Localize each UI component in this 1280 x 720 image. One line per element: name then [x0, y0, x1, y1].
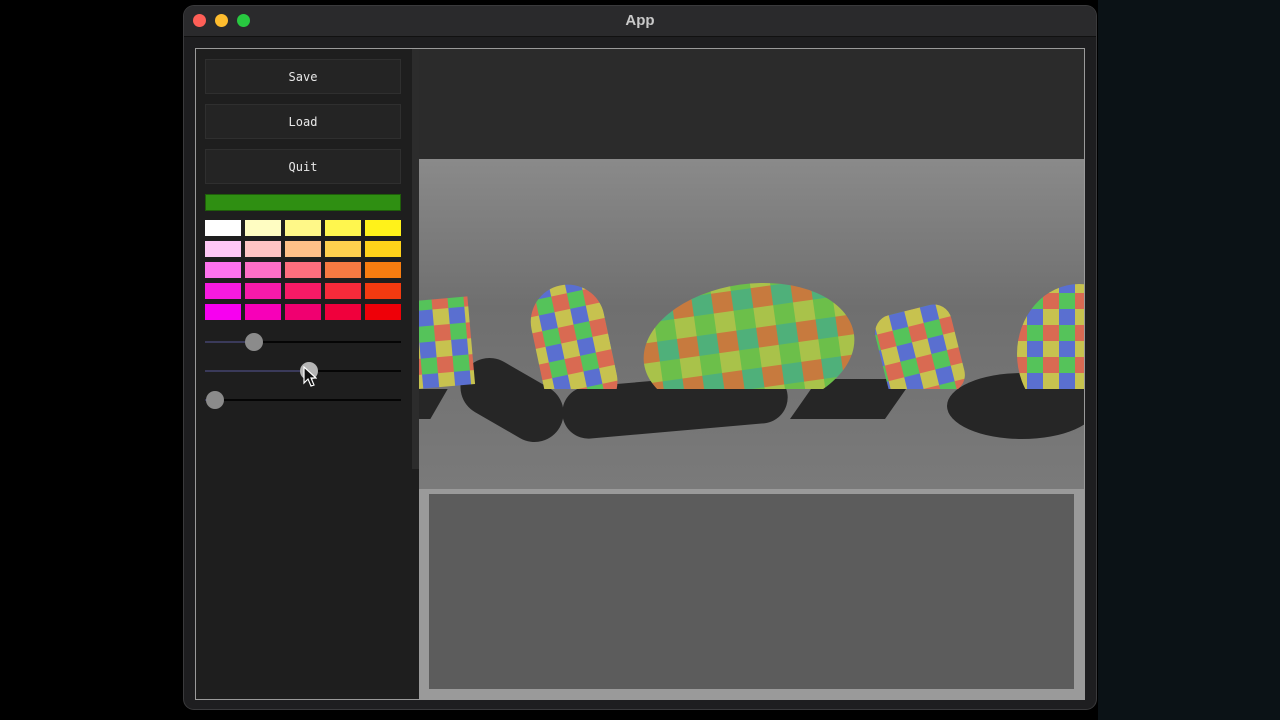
slider-thumb[interactable] [206, 391, 224, 409]
color-swatch[interactable] [365, 262, 401, 278]
color-swatch[interactable] [325, 304, 361, 320]
slider-track [205, 399, 401, 401]
color-swatch[interactable] [245, 283, 281, 299]
color-swatch[interactable] [205, 304, 241, 320]
save-button[interactable]: Save [205, 59, 401, 94]
slider-1[interactable] [205, 332, 401, 352]
quit-button[interactable]: Quit [205, 149, 401, 184]
color-swatch[interactable] [245, 262, 281, 278]
color-palette [205, 220, 401, 324]
color-swatch[interactable] [365, 304, 401, 320]
pointer-cursor-icon [303, 366, 317, 387]
textured-objects [419, 282, 1084, 389]
sphere-object [1017, 284, 1084, 389]
color-swatch[interactable] [205, 262, 241, 278]
panel-scrollbar[interactable] [412, 49, 419, 469]
color-swatch[interactable] [205, 283, 241, 299]
color-swatch[interactable] [285, 304, 321, 320]
color-swatch[interactable] [365, 241, 401, 257]
cylinder-object [875, 304, 965, 389]
color-swatch[interactable] [285, 220, 321, 236]
color-swatch[interactable] [245, 304, 281, 320]
app-content: Save Load Quit [195, 48, 1085, 700]
capsule-object [530, 284, 618, 389]
desktop-background-left [0, 0, 184, 720]
slider-3[interactable] [205, 390, 401, 410]
color-swatch[interactable] [325, 283, 361, 299]
viewport-background [419, 49, 1084, 159]
color-swatch[interactable] [285, 241, 321, 257]
slider-fill [205, 370, 309, 372]
title-bar[interactable]: App [184, 6, 1096, 37]
desktop-background-right [1098, 0, 1280, 720]
box-object [419, 296, 476, 389]
color-swatch[interactable] [205, 241, 241, 257]
color-swatch[interactable] [325, 262, 361, 278]
load-button[interactable]: Load [205, 104, 401, 139]
torus-object [643, 282, 855, 389]
color-swatch[interactable] [205, 220, 241, 236]
slider-thumb[interactable] [245, 333, 263, 351]
floor-plane [429, 494, 1074, 689]
selected-color-preview [205, 194, 401, 211]
color-swatch[interactable] [245, 241, 281, 257]
color-swatch[interactable] [365, 283, 401, 299]
color-swatch[interactable] [325, 241, 361, 257]
3d-viewport[interactable] [419, 49, 1084, 699]
color-swatch[interactable] [365, 220, 401, 236]
color-swatch[interactable] [325, 220, 361, 236]
app-window: App Save Load Quit [184, 6, 1096, 709]
window-title: App [625, 12, 655, 29]
color-swatch[interactable] [285, 283, 321, 299]
color-swatch[interactable] [245, 220, 281, 236]
color-swatch[interactable] [285, 262, 321, 278]
